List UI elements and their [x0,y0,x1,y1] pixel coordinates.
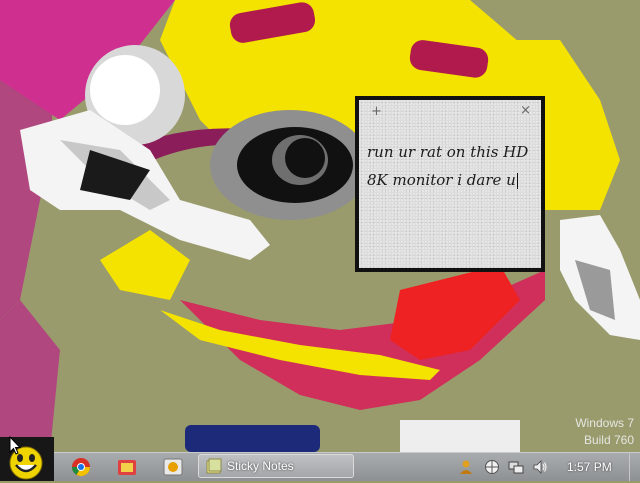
chrome-icon[interactable] [70,456,92,478]
watermark-line-2: Build 760 [583,433,634,447]
photo-viewer-icon[interactable] [162,456,184,478]
note-text: run ur rat on this HD 8K monitor i dare … [367,143,529,189]
taskbar-button-sticky-notes[interactable]: Sticky Notes [198,454,354,478]
note-text-area[interactable]: run ur rat on this HD 8K monitor i dare … [367,138,537,194]
watermark-line-1: Windows 7 [575,416,634,430]
close-note-button[interactable]: × [520,104,531,117]
paint-icon[interactable] [116,456,138,478]
globe-icon[interactable] [484,459,500,475]
sticky-note-window[interactable]: + × run ur rat on this HD 8K monitor i d… [355,96,545,272]
new-note-button[interactable]: + [371,105,382,118]
network-icon[interactable] [508,459,524,475]
volume-icon[interactable] [532,459,548,475]
show-desktop-button[interactable] [629,453,640,481]
text-caret [516,173,518,189]
windows-build-watermark: Windows 7 Build 760 [575,415,634,449]
user-icon[interactable] [458,459,474,475]
system-clock[interactable]: 1:57 PM [567,460,612,474]
sticky-note-body[interactable]: + × run ur rat on this HD 8K monitor i d… [359,100,541,268]
mouse-cursor-icon [9,436,22,455]
taskbar: Sticky Notes 1:57 PM [0,437,640,481]
desktop[interactable]: + × run ur rat on this HD 8K monitor i d… [0,0,640,452]
sticky-notes-icon [206,458,222,474]
taskbar-button-label: Sticky Notes [227,459,294,473]
